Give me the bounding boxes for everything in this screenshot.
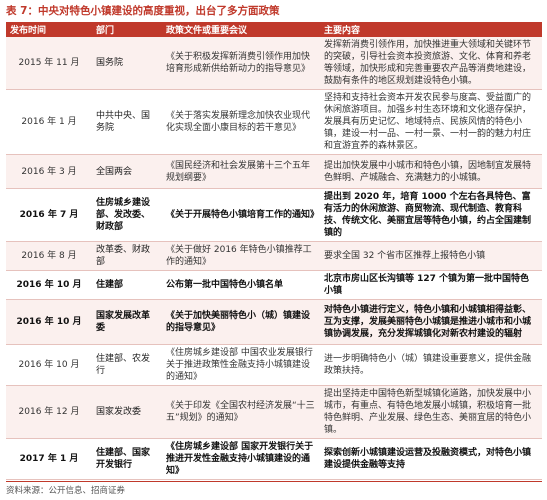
cell-dept: 国家发改委 bbox=[92, 385, 162, 439]
cell-doc: 《住房城乡建设部 中国农业发展银行关于推进政策性金融支持小城镇建设的通知》 bbox=[162, 344, 320, 386]
column-header-time: 发布时间 bbox=[6, 22, 92, 37]
cell-doc: 《关于落实发展新理念加快农业现代化实现全面小康目标的若干意见》 bbox=[162, 89, 320, 155]
table-row: 2016 年 10 月国家发展改革委 《关于加快美丽特色小（城）镇建设的指导意见》… bbox=[6, 299, 542, 345]
cell-main: 提出加快发展中小城市和特色小镇，因地制宜发展特色鲜明、产城融合、充满魅力的小城镇… bbox=[320, 154, 542, 189]
cell-doc: 《关于积极发挥新消费引领作用加快培育形成新供给新动力的指导意见》 bbox=[162, 37, 320, 90]
cell-doc: 《国民经济和社会发展第十三个五年规划纲要》 bbox=[162, 154, 320, 189]
cell-main: 进一步明确特色小（城）镇建设重要意义，提供金融政策扶持。 bbox=[320, 344, 542, 386]
cell-main: 提出坚持走中国特色新型城镇化道路，加快发展中小城市，有重点、有特色地发展小城镇，… bbox=[320, 385, 542, 439]
cell-main: 提出到 2020 年，培育 1000 个左右各具特色、富有活力的休闲旅游、商贸物… bbox=[320, 188, 542, 242]
table-row: 2016 年 3 月全国两会 《国民经济和社会发展第十三个五年规划纲要》 提出加快发… bbox=[6, 154, 542, 189]
bottom-rule bbox=[6, 481, 542, 482]
table-row: 2017 年 1 月住建部、国家开发银行 《住房城乡建设部 国家开发银行关于推进开… bbox=[6, 438, 542, 480]
table-row: 2015 年 11 月国务院 《关于积极发挥新消费引领作用加快培育形成新供给新动力… bbox=[6, 37, 542, 90]
cell-time: 2016 年 12 月 bbox=[6, 385, 92, 439]
cell-doc: 《关于做好 2016 年特色小镇推荐工作的通知》 bbox=[162, 241, 320, 271]
table-row: 2016 年 10 月住建部 公布第一批中国特色小镇名单 北京市房山区长沟镇等 12… bbox=[6, 270, 542, 300]
cell-doc: 《关于加快美丽特色小（城）镇建设的指导意见》 bbox=[162, 299, 320, 345]
cell-main: 探索创新小城镇建设运营及投融资模式，对特色小镇建设提供金融等支持 bbox=[320, 438, 542, 480]
cell-time: 2016 年 10 月 bbox=[6, 299, 92, 345]
cell-dept: 国家发展改革委 bbox=[92, 299, 162, 345]
cell-time: 2016 年 1 月 bbox=[6, 89, 92, 155]
cell-time: 2016 年 10 月 bbox=[6, 344, 92, 386]
table-row: 2016 年 1 月中共中央、国务院 《关于落实发展新理念加快农业现代化实现全面小… bbox=[6, 89, 542, 155]
cell-main: 坚持和支持社会资本开发农民参与度高、受益面广的休闲旅游项目。加强乡村生态环境和文… bbox=[320, 89, 542, 155]
policy-table: 发布时间 部门 政策文件或重要会议 主要内容 2015 年 11 月国务院 《关于… bbox=[6, 22, 542, 480]
cell-time: 2016 年 7 月 bbox=[6, 188, 92, 242]
cell-time: 2015 年 11 月 bbox=[6, 37, 92, 90]
cell-dept: 住房城乡建设部、发改委、财政部 bbox=[92, 188, 162, 242]
table-row: 2016 年 7 月住房城乡建设部、发改委、财政部 《关于开展特色小镇培育工作的通… bbox=[6, 188, 542, 242]
cell-doc: 公布第一批中国特色小镇名单 bbox=[162, 270, 320, 300]
cell-dept: 全国两会 bbox=[92, 154, 162, 189]
column-header-dept: 部门 bbox=[92, 22, 162, 37]
cell-dept: 住建部、国家开发银行 bbox=[92, 438, 162, 480]
cell-dept: 中共中央、国务院 bbox=[92, 89, 162, 155]
cell-time: 2016 年 8 月 bbox=[6, 241, 92, 271]
table-row: 2016 年 10 月住建部、农发行 《住房城乡建设部 中国农业发展银行关于推进政… bbox=[6, 344, 542, 386]
cell-main: 北京市房山区长沟镇等 127 个镇为第一批中国特色小镇 bbox=[320, 270, 542, 300]
cell-dept: 国务院 bbox=[92, 37, 162, 90]
cell-time: 2017 年 1 月 bbox=[6, 438, 92, 480]
cell-main: 对特色小镇进行定义，特色小镇和小城镇相得益彰、互为支撑，发展美丽特色小城镇是推进… bbox=[320, 299, 542, 345]
cell-dept: 住建部 bbox=[92, 270, 162, 300]
cell-doc: 《住房城乡建设部 国家开发银行关于推进开发性金融支持小城镇建设的通知》 bbox=[162, 438, 320, 480]
cell-dept: 改革委、财政部 bbox=[92, 241, 162, 271]
cell-doc: 《关于开展特色小镇培育工作的通知》 bbox=[162, 188, 320, 242]
table-row: 2016 年 8 月改革委、财政部 《关于做好 2016 年特色小镇推荐工作的通知… bbox=[6, 241, 542, 271]
column-header-doc: 政策文件或重要会议 bbox=[162, 22, 320, 37]
cell-dept: 住建部、农发行 bbox=[92, 344, 162, 386]
table-header-row: 发布时间 部门 政策文件或重要会议 主要内容 bbox=[6, 22, 542, 37]
table-row: 2016 年 12 月国家发改委 《关于印发《全国农村经济发展“十三五”规划》的通… bbox=[6, 385, 542, 439]
cell-time: 2016 年 10 月 bbox=[6, 270, 92, 300]
table-caption: 表 7：中央对特色小镇建设的高度重视，出台了多方面政策 bbox=[6, 5, 280, 17]
cell-main: 发挥新消费引领作用，加快推进重大领域和关键环节的突破，引导社会资本投资旅游、文化… bbox=[320, 37, 542, 90]
cell-main: 要求全国 32 个省市区推荐上报特色小镇 bbox=[320, 241, 542, 271]
source-note: 资料来源：公开信息、招商证券 bbox=[6, 486, 126, 496]
cell-doc: 《关于印发《全国农村经济发展“十三五”规划》的通知》 bbox=[162, 385, 320, 439]
column-header-main: 主要内容 bbox=[320, 22, 542, 37]
cell-time: 2016 年 3 月 bbox=[6, 154, 92, 189]
